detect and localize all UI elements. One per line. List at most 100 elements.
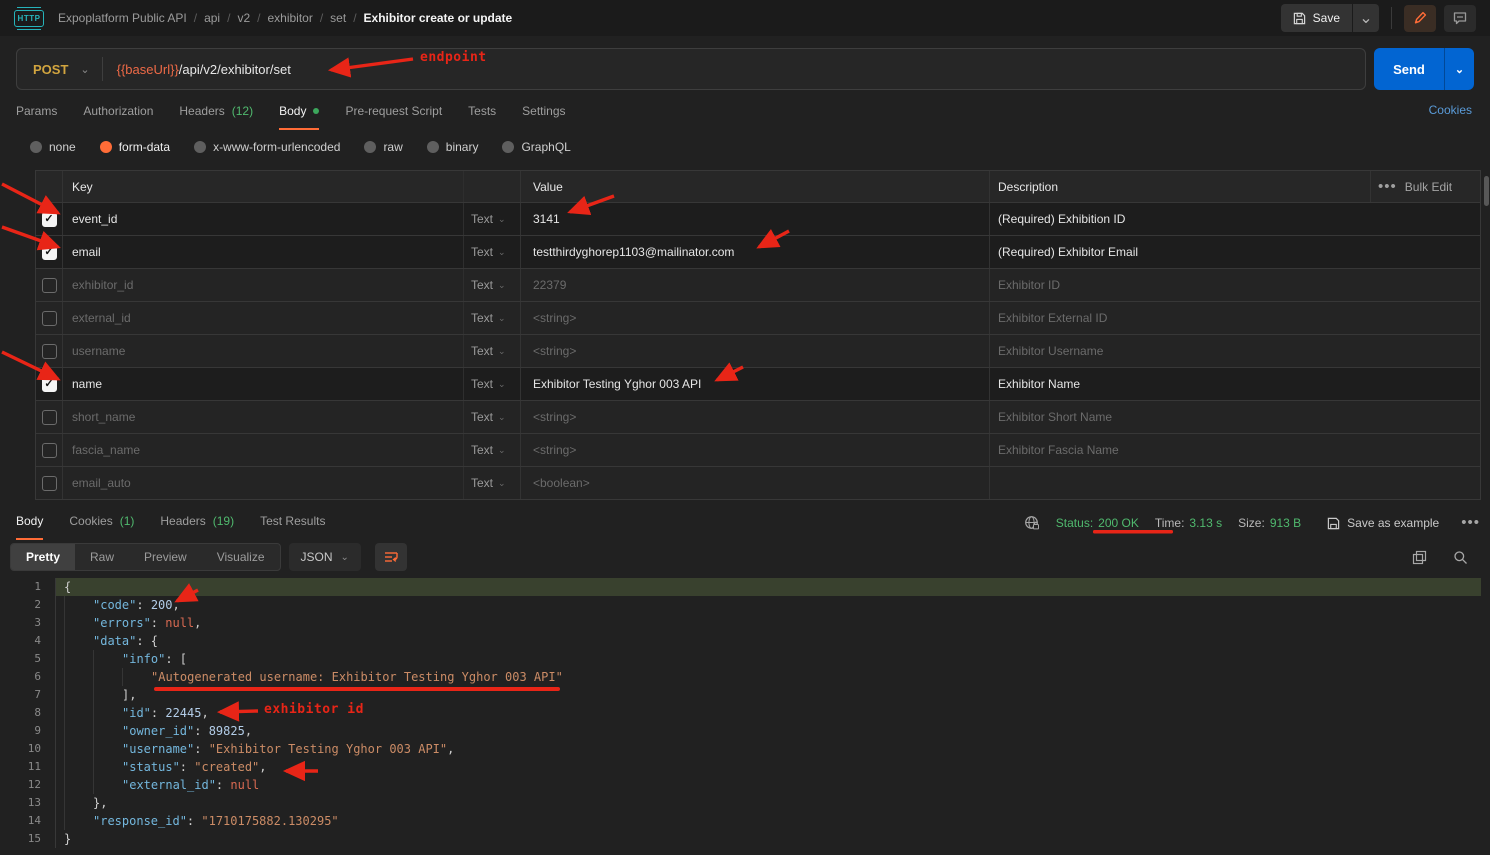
description-cell[interactable]: Exhibitor ID xyxy=(990,269,1370,301)
format-selector[interactable]: JSON ⌄ xyxy=(289,543,361,571)
row-checkbox[interactable] xyxy=(42,311,57,326)
key-cell[interactable]: username xyxy=(63,335,464,367)
key-cell[interactable]: short_name xyxy=(63,401,464,433)
description-cell[interactable]: Exhibitor Fascia Name xyxy=(990,434,1370,466)
value-cell[interactable]: Exhibitor Testing Yghor 003 API xyxy=(521,368,990,400)
code-token: , xyxy=(245,724,252,738)
type-selector[interactable]: Text⌄ xyxy=(464,236,521,268)
key-cell[interactable]: exhibitor_id xyxy=(63,269,464,301)
key-cell[interactable]: name xyxy=(63,368,464,400)
type-selector[interactable]: Text⌄ xyxy=(464,368,521,400)
table-scrollbar-thumb[interactable] xyxy=(1484,176,1489,206)
tab-pre-request-script[interactable]: Pre-request Script xyxy=(345,96,442,130)
value-cell[interactable]: <string> xyxy=(521,434,990,466)
row-checkbox[interactable] xyxy=(42,278,57,293)
radio-icon xyxy=(30,141,42,153)
code-token: "owner_id" xyxy=(122,724,194,738)
key-cell[interactable]: email xyxy=(63,236,464,268)
body-mode-form-data[interactable]: form-data xyxy=(100,140,170,154)
response-tab-headers[interactable]: Headers(19) xyxy=(160,506,234,540)
response-tab-body[interactable]: Body xyxy=(16,506,43,540)
type-selector[interactable]: Text⌄ xyxy=(464,203,521,235)
description-cell[interactable]: (Required) Exhibition ID xyxy=(990,203,1370,235)
save-options-button[interactable]: ⌄ xyxy=(1353,4,1379,32)
breadcrumb-item[interactable]: set xyxy=(330,11,346,25)
tab-authorization[interactable]: Authorization xyxy=(83,96,153,130)
type-selector[interactable]: Text⌄ xyxy=(464,269,521,301)
copy-icon[interactable] xyxy=(1412,550,1427,565)
wrap-lines-button[interactable] xyxy=(375,543,407,571)
body-mode-x-www-form-urlencoded[interactable]: x-www-form-urlencoded xyxy=(194,140,340,154)
row-checkbox[interactable] xyxy=(42,344,57,359)
type-label: Text xyxy=(471,410,493,424)
body-mode-binary[interactable]: binary xyxy=(427,140,479,154)
response-tab-test-results[interactable]: Test Results xyxy=(260,506,325,540)
tab-settings[interactable]: Settings xyxy=(522,96,565,130)
view-tab-raw[interactable]: Raw xyxy=(75,544,129,570)
value-cell[interactable]: <boolean> xyxy=(521,467,990,499)
row-checkbox[interactable] xyxy=(42,410,57,425)
value-cell[interactable]: 22379 xyxy=(521,269,990,301)
view-tab-pretty[interactable]: Pretty xyxy=(11,544,75,570)
value-cell[interactable]: <string> xyxy=(521,401,990,433)
view-tab-preview[interactable]: Preview xyxy=(129,544,202,570)
save-button[interactable]: Save xyxy=(1281,4,1352,32)
row-checkbox[interactable]: ✓ xyxy=(42,245,57,260)
value-cell[interactable]: <string> xyxy=(521,302,990,334)
method-chevron-icon[interactable]: ⌄ xyxy=(80,63,89,76)
view-tab-visualize[interactable]: Visualize xyxy=(202,544,280,570)
tab-tests[interactable]: Tests xyxy=(468,96,496,130)
type-selector[interactable]: Text⌄ xyxy=(464,335,521,367)
breadcrumb-item[interactable]: api xyxy=(204,11,220,25)
body-mode-graphql[interactable]: GraphQL xyxy=(502,140,570,154)
comment-button[interactable] xyxy=(1444,5,1476,32)
size-badge[interactable]: Size: 913 B xyxy=(1238,516,1301,530)
breadcrumb-item[interactable]: exhibitor xyxy=(267,11,312,25)
type-selector[interactable]: Text⌄ xyxy=(464,467,521,499)
description-cell[interactable]: Exhibitor Username xyxy=(990,335,1370,367)
row-checkbox[interactable]: ✓ xyxy=(42,377,57,392)
search-icon[interactable] xyxy=(1453,550,1468,565)
send-options-button[interactable]: ⌄ xyxy=(1444,48,1474,90)
row-checkbox[interactable] xyxy=(42,476,57,491)
method-selector[interactable]: POST xyxy=(17,62,80,77)
time-badge[interactable]: Time: 3.13 s xyxy=(1155,516,1222,530)
description-cell[interactable]: (Required) Exhibitor Email xyxy=(990,236,1370,268)
code-token: ], xyxy=(122,688,136,702)
cookies-link[interactable]: Cookies xyxy=(1429,103,1472,117)
type-selector[interactable]: Text⌄ xyxy=(464,401,521,433)
value-cell[interactable]: testthirdyghorep1103@mailinator.com xyxy=(521,236,990,268)
key-cell[interactable]: external_id xyxy=(63,302,464,334)
value-cell[interactable]: <string> xyxy=(521,335,990,367)
response-tab-cookies[interactable]: Cookies(1) xyxy=(69,506,134,540)
bulk-edit-button[interactable]: Bulk Edit xyxy=(1405,180,1452,194)
type-selector[interactable]: Text⌄ xyxy=(464,302,521,334)
type-selector[interactable]: Text⌄ xyxy=(464,434,521,466)
tab-body[interactable]: Body xyxy=(279,96,319,130)
code-line: 15} xyxy=(0,830,1490,848)
row-checkbox[interactable] xyxy=(42,443,57,458)
description-cell[interactable]: Exhibitor External ID xyxy=(990,302,1370,334)
save-as-example-button[interactable]: Save as example xyxy=(1327,516,1439,530)
key-cell[interactable]: event_id xyxy=(63,203,464,235)
tab-count-badge: (12) xyxy=(232,104,253,118)
tab-headers[interactable]: Headers(12) xyxy=(179,96,253,130)
row-checkbox[interactable]: ✓ xyxy=(42,212,57,227)
breadcrumb-item[interactable]: v2 xyxy=(237,11,250,25)
description-cell[interactable]: Exhibitor Name xyxy=(990,368,1370,400)
url-input[interactable]: {{baseUrl}}/api/v2/exhibitor/set xyxy=(117,62,291,77)
value-cell[interactable]: 3141 xyxy=(521,203,990,235)
send-button[interactable]: Send xyxy=(1374,48,1444,90)
key-cell[interactable]: email_auto xyxy=(63,467,464,499)
description-cell[interactable]: Exhibitor Short Name xyxy=(990,401,1370,433)
body-mode-none[interactable]: none xyxy=(30,140,76,154)
tab-params[interactable]: Params xyxy=(16,96,57,130)
body-mode-raw[interactable]: raw xyxy=(364,140,402,154)
breadcrumb-item[interactable]: Expoplatform Public API xyxy=(58,11,187,25)
network-globe-icon[interactable] xyxy=(1024,515,1040,531)
edit-button[interactable] xyxy=(1404,5,1436,32)
status-badge[interactable]: Status: 200 OK xyxy=(1056,516,1139,530)
key-cell[interactable]: fascia_name xyxy=(63,434,464,466)
row-end-cell xyxy=(1370,269,1480,301)
description-cell[interactable] xyxy=(990,467,1370,499)
